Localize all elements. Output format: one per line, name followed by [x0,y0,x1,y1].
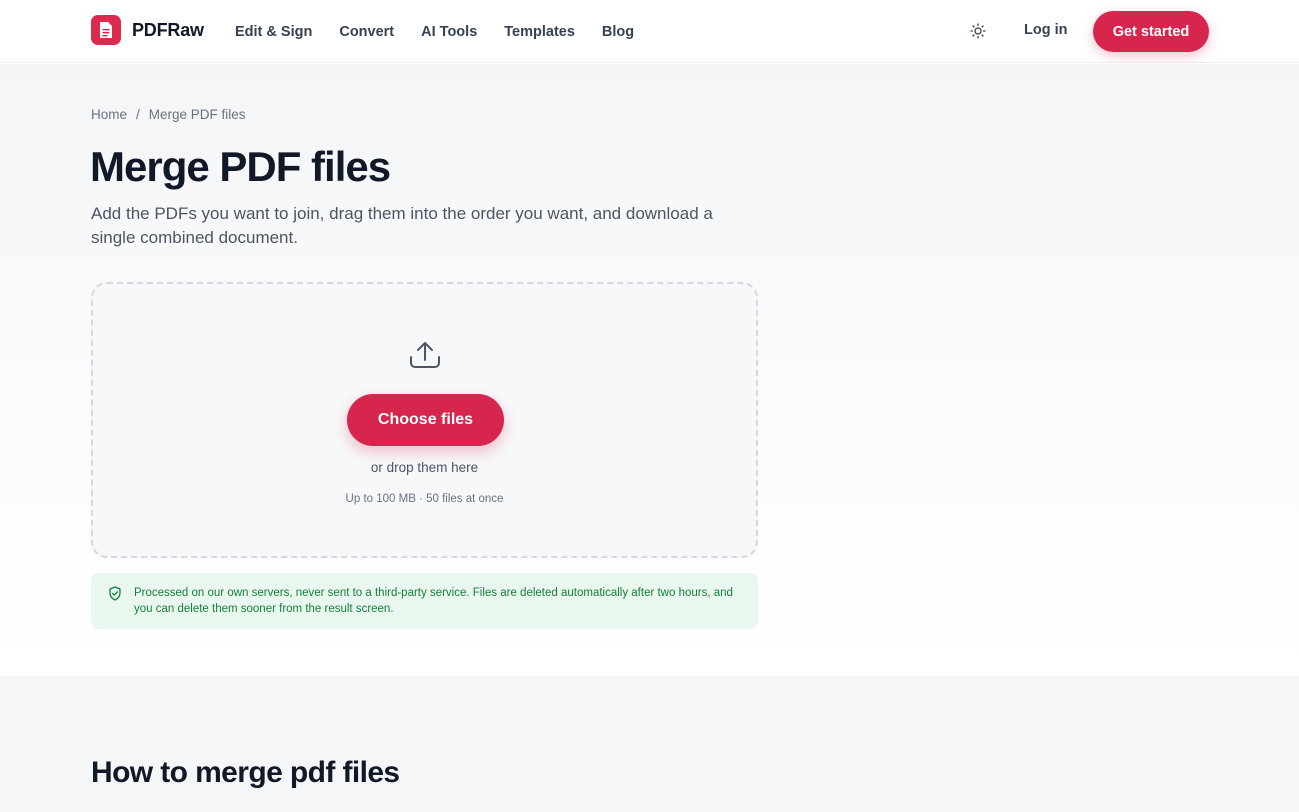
how-to-heading: How to merge pdf files [91,756,400,789]
nav-convert[interactable]: Convert [339,24,394,40]
breadcrumb-current: Merge PDF files [148,107,246,122]
theme-toggle-button[interactable] [966,19,990,43]
login-link[interactable]: Log in [1024,22,1068,38]
brand-name: PDFRaw [132,19,204,40]
shield-check-icon [109,586,121,601]
page-subtitle: Add the PDFs you want to join, drag them… [91,204,713,247]
get-started-button[interactable]: Get started [1093,11,1209,52]
nav-templates[interactable]: Templates [504,24,575,40]
nav-edit-sign[interactable]: Edit & Sign [235,24,312,40]
breadcrumb-separator: / [136,107,140,122]
upload-icon [410,342,440,368]
nav-blog[interactable]: Blog [602,24,634,40]
brand-link[interactable]: PDFRaw [91,15,204,45]
page-title: Merge PDF files [90,143,391,190]
privacy-notice: Processed on our own servers, never sent… [91,573,758,629]
pdf-document-icon [91,15,121,45]
hero-section: Home / Merge PDF files Merge PDF files A… [0,64,1299,676]
breadcrumb: Home / Merge PDF files [91,107,246,122]
top-nav: PDFRaw Edit & Sign Convert AI Tools Temp… [0,0,1299,63]
nav-ai-tools[interactable]: AI Tools [421,24,477,40]
how-to-section: How to merge pdf files [0,676,1299,812]
file-dropzone[interactable]: Choose files or drop them here Up to 100… [91,282,758,558]
privacy-notice-text: Processed on our own servers, never sent… [134,587,733,615]
drop-hint: or drop them here [370,460,479,475]
main-nav: Edit & Sign Convert AI Tools Templates B… [235,0,661,63]
breadcrumb-home[interactable]: Home [91,107,127,122]
upload-limit: Up to 100 MB · 50 files at once [345,493,504,505]
sun-icon [970,23,986,39]
choose-files-button[interactable]: Choose files [347,394,504,446]
